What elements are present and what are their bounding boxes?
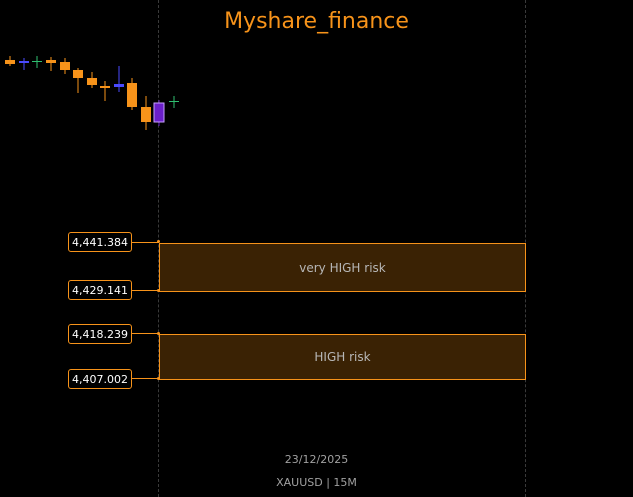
candle-body [32, 61, 42, 62]
candle-body [141, 107, 151, 122]
candle-body [73, 70, 83, 78]
candle-body [46, 60, 56, 63]
anchor-dot [157, 377, 160, 380]
candle-body [114, 84, 124, 87]
price-label-lower: 4,429.141 [68, 280, 132, 300]
candle-body [19, 61, 29, 63]
zone-label: HIGH risk [314, 350, 371, 364]
candle-body [127, 83, 137, 107]
candle-body [100, 86, 110, 88]
upper-price-connector [132, 242, 159, 243]
lower-price-connector [132, 290, 159, 291]
chart-date: 23/12/2025 [284, 453, 349, 466]
candle-body [60, 62, 70, 70]
zone-label: very HIGH risk [299, 260, 386, 275]
candle-body [5, 60, 15, 64]
upper-price-connector [132, 333, 159, 334]
price-label-upper: 4,418.239 [68, 324, 132, 344]
candle-body [87, 78, 97, 85]
price-label-lower: 4,407.002 [68, 369, 132, 389]
risk-zone-high: HIGH risk [159, 334, 526, 380]
risk-zone-very-high: very HIGH risk [159, 243, 526, 292]
candle-body [153, 102, 165, 123]
anchor-dot [157, 289, 160, 292]
candle-body [169, 101, 179, 102]
price-label-upper: 4,441.384 [68, 232, 132, 252]
symbol-timeframe: XAUUSD | 15M [276, 476, 357, 489]
lower-price-connector [132, 378, 159, 379]
